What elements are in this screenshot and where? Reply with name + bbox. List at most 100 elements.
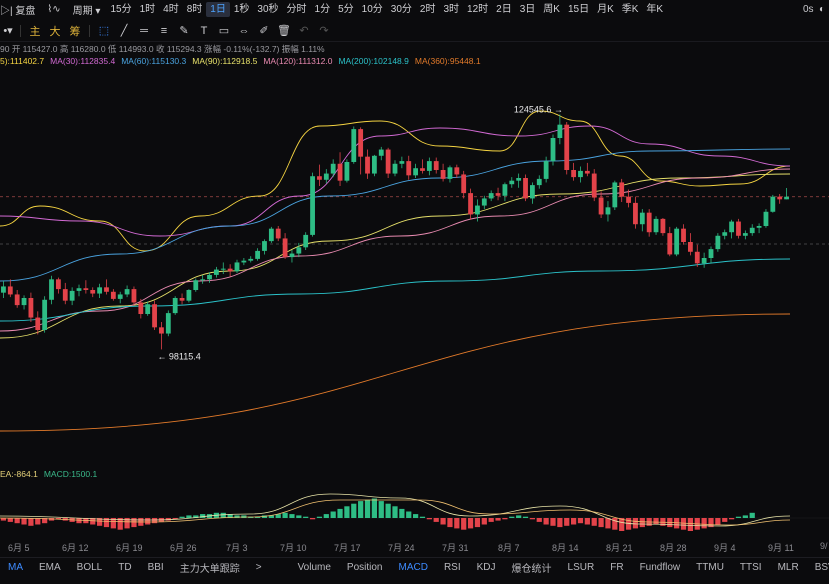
macd-chart[interactable]: [0, 480, 829, 540]
timeframe-3[interactable]: 8时: [183, 2, 207, 17]
brush-icon[interactable]: ✎: [174, 21, 194, 41]
period-dropdown[interactable]: 周期 ▾: [67, 2, 107, 17]
indicator-tab-5[interactable]: 主力大单跟踪: [172, 560, 248, 575]
macd-bar: [399, 508, 405, 518]
indicator-tab-2[interactable]: BOLL: [69, 562, 111, 573]
timeframe-12[interactable]: 2时: [416, 2, 440, 17]
line-chart-icon[interactable]: ⌇∿: [41, 4, 66, 15]
indicator-tab-15[interactable]: Fundflow: [632, 562, 689, 573]
trendline-icon[interactable]: ╱: [114, 21, 134, 41]
candle: [468, 188, 473, 220]
candle: [310, 172, 315, 237]
candle: [454, 164, 460, 178]
timeframe-1[interactable]: 1时: [136, 2, 160, 17]
label-big[interactable]: 大: [45, 21, 65, 41]
text-icon[interactable]: T: [194, 21, 214, 41]
indicator-tab-10[interactable]: RSI: [436, 562, 469, 573]
edit-icon[interactable]: ✐: [254, 21, 274, 41]
drawing-toolbar: •▾ 主 大 筹 ⬚ ╱ ═ ≡ ✎ T ▭ ⇔ ✐ 🗑 ↶ ↷: [0, 20, 829, 42]
indicator-tab-19[interactable]: BSVR: [807, 562, 829, 573]
dot-menu-icon[interactable]: •▾: [0, 21, 16, 41]
timeframe-21[interactable]: 年K: [642, 2, 667, 17]
timeframe-20[interactable]: 季K: [618, 2, 643, 17]
candle: [296, 242, 302, 258]
timeframe-5[interactable]: 1秒: [230, 2, 254, 17]
indicator-tab-6[interactable]: >: [248, 562, 270, 573]
candle: [591, 169, 597, 202]
ohlc-info: 90 开 115427.0 高 116280.0 低 114993.0 收 11…: [0, 44, 325, 54]
timeframe-14[interactable]: 12时: [463, 2, 492, 17]
candle: [543, 156, 549, 183]
candle: [7, 279, 13, 298]
more-icon[interactable]: ◐: [819, 4, 825, 15]
label-main[interactable]: 主: [25, 21, 45, 41]
indicator-tab-0[interactable]: MA: [0, 562, 31, 573]
indicator-tab-18[interactable]: MLR: [770, 562, 807, 573]
timeframe-8[interactable]: 1分: [311, 2, 335, 17]
replay-button[interactable]: ▷| 复盘: [0, 2, 41, 17]
candle: [481, 195, 487, 210]
timeframe-10[interactable]: 10分: [358, 2, 387, 17]
redo-icon[interactable]: ↷: [314, 21, 334, 41]
indicator-tab-8[interactable]: Position: [339, 562, 391, 573]
macd-bar: [543, 518, 549, 525]
timeframe-18[interactable]: 15日: [564, 2, 593, 17]
timeframe-19[interactable]: 月K: [593, 2, 618, 17]
indicator-tab-11[interactable]: KDJ: [469, 562, 504, 573]
timeframe-16[interactable]: 3日: [516, 2, 540, 17]
macd-bar: [564, 518, 570, 526]
indicator-tab-13[interactable]: LSUR: [560, 562, 603, 573]
timeframe-6[interactable]: 30秒: [253, 2, 282, 17]
candle: [131, 286, 137, 306]
label-chips[interactable]: 筹: [65, 21, 85, 41]
rect-icon[interactable]: ▭: [214, 21, 234, 41]
candle: [385, 147, 391, 178]
timeframe-0[interactable]: 15分: [106, 2, 135, 17]
candle: [440, 163, 446, 182]
indicator-tab-17[interactable]: TTSI: [732, 562, 770, 573]
indicator-tab-12[interactable]: 爆仓统计: [504, 560, 560, 575]
timeframe-15[interactable]: 2日: [492, 2, 516, 17]
delete-icon[interactable]: 🗑: [274, 21, 294, 41]
indicator-tab-3[interactable]: TD: [110, 562, 139, 573]
candle: [55, 277, 61, 294]
macd-bar: [7, 518, 13, 522]
price-chart[interactable]: 124545.6 → ← 98115.4: [0, 66, 829, 466]
indicator-tab-4[interactable]: BBI: [140, 562, 172, 573]
candle: [687, 233, 693, 256]
timeframe-7[interactable]: 分时: [283, 2, 311, 17]
fib-icon[interactable]: ≡: [154, 21, 174, 41]
candle: [529, 182, 535, 204]
cursor-icon[interactable]: ⬚: [94, 21, 114, 41]
timeframe-2[interactable]: 4时: [159, 2, 183, 17]
date-label: 7月 17: [334, 543, 361, 553]
candle: [117, 291, 123, 304]
ma-line-ma360: [0, 313, 791, 432]
countdown-text: 0s: [803, 4, 814, 15]
timeframe-17[interactable]: 周K: [539, 2, 564, 17]
hline-icon[interactable]: ═: [134, 21, 154, 41]
candle: [323, 169, 329, 184]
indicator-tab-9[interactable]: MACD: [391, 562, 436, 573]
undo-icon[interactable]: ↶: [294, 21, 314, 41]
macd-bar: [433, 518, 439, 522]
timeframe-11[interactable]: 30分: [387, 2, 416, 17]
candle: [413, 163, 419, 178]
indicator-tab-14[interactable]: FR: [602, 562, 631, 573]
measure-icon[interactable]: ⇔: [234, 21, 254, 41]
indicator-tab-7[interactable]: Volume: [290, 562, 339, 573]
candle: [681, 224, 686, 245]
timeframe-9[interactable]: 5分: [334, 2, 358, 17]
timeframe-list: 15分 1时 4时 8时 1日 1秒 30秒 分时 1分 5分 10分 30分 2时 3时 12时 2日 3日周…: [106, 2, 667, 17]
macd-bar: [316, 516, 323, 518]
candle: [770, 194, 776, 213]
macd-bar: [591, 518, 597, 526]
candle: [35, 311, 41, 335]
timeframe-13[interactable]: 3时: [439, 2, 463, 17]
indicator-tab-16[interactable]: TTMU: [688, 562, 732, 573]
indicator-tab-1[interactable]: EMA: [31, 562, 69, 573]
macd-bar: [364, 499, 371, 518]
timeframe-4[interactable]: 1日: [206, 2, 230, 17]
candle: [736, 218, 741, 239]
macd-bar: [454, 518, 460, 529]
